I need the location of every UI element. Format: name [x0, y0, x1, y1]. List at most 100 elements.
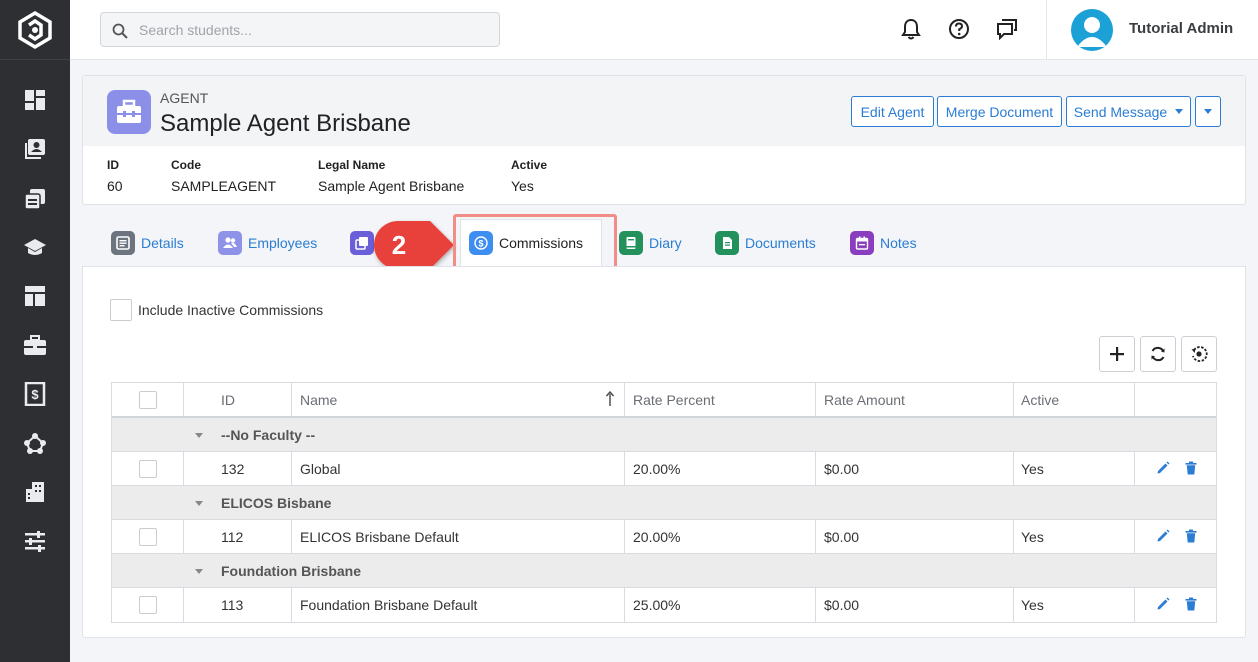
table-header: ID Name Rate Percent Rate Amount Active: [112, 383, 1216, 418]
cell-id: 112: [221, 528, 244, 545]
table-row[interactable]: 113 Foundation Brisbane Default 25.00% $…: [112, 588, 1216, 622]
group-row[interactable]: Foundation Brisbane: [112, 554, 1216, 588]
book-icon: [619, 231, 643, 255]
group-row[interactable]: ELICOS Bisbane: [112, 486, 1216, 520]
edit-icon[interactable]: [1155, 528, 1171, 544]
documents-icon[interactable]: [23, 187, 47, 211]
layout-icon[interactable]: [23, 284, 47, 308]
row-checkbox[interactable]: [139, 460, 157, 478]
contacts-icon[interactable]: [23, 137, 47, 161]
search-icon: [112, 23, 128, 39]
group-label: Foundation Brisbane: [221, 562, 361, 579]
document-icon: [111, 231, 135, 255]
delete-icon[interactable]: [1183, 528, 1199, 544]
edit-icon[interactable]: [1155, 460, 1171, 476]
cell-name: ELICOS Brisbane Default: [300, 528, 459, 545]
merge-document-button[interactable]: Merge Document: [937, 96, 1062, 127]
group-label: --No Faculty --: [221, 426, 316, 443]
avatar[interactable]: [1071, 9, 1113, 51]
tab-diary[interactable]: Diary: [619, 228, 682, 258]
tab-label: Diary: [649, 235, 682, 251]
more-actions-button[interactable]: [1195, 96, 1221, 127]
tab-documents[interactable]: Documents: [715, 228, 816, 258]
column-header-active[interactable]: Active: [1013, 383, 1059, 416]
building-icon[interactable]: [23, 480, 47, 504]
search-box[interactable]: [100, 12, 500, 47]
table-row[interactable]: 112 ELICOS Brisbane Default 20.00% $0.00…: [112, 520, 1216, 554]
column-header-rate-percent[interactable]: Rate Percent: [625, 383, 715, 416]
send-message-label: Send Message: [1073, 103, 1168, 120]
cell-rate-amount: $0.00: [824, 460, 860, 477]
edit-agent-button[interactable]: Edit Agent: [851, 96, 934, 127]
cell-active: Yes: [1021, 528, 1044, 545]
briefcase-icon: [107, 90, 151, 134]
row-checkbox[interactable]: [139, 596, 157, 614]
reset-icon: [1191, 346, 1208, 362]
user-name[interactable]: Tutorial Admin: [1129, 20, 1233, 37]
logo-icon[interactable]: [0, 0, 70, 60]
briefcase-icon[interactable]: [23, 333, 47, 357]
reset-view-button[interactable]: [1181, 336, 1217, 372]
table-row[interactable]: 132 Global 20.00% $0.00 Yes: [112, 452, 1216, 486]
entity-type-label: AGENT: [160, 90, 209, 106]
graduation-cap-icon[interactable]: [23, 235, 47, 259]
delete-icon[interactable]: [1183, 596, 1199, 612]
top-bar: Tutorial Admin: [70, 0, 1258, 60]
invoice-icon[interactable]: $: [23, 382, 47, 406]
cell-active: Yes: [1021, 460, 1044, 477]
column-header-rate-amount[interactable]: Rate Amount: [816, 383, 905, 416]
delete-icon[interactable]: [1183, 460, 1199, 476]
send-message-button[interactable]: Send Message: [1066, 96, 1191, 127]
sliders-icon[interactable]: [23, 529, 47, 553]
add-button[interactable]: [1099, 336, 1135, 372]
field-value-id: 60: [107, 178, 123, 194]
agent-header: AGENT Sample Agent Brisbane Edit Agent M…: [83, 76, 1245, 146]
cell-name: Foundation Brisbane Default: [300, 597, 478, 613]
select-all-checkbox[interactable]: [139, 391, 157, 409]
field-label-legal-name: Legal Name: [318, 158, 386, 172]
network-icon[interactable]: [23, 431, 47, 455]
cell-rate-amount: $0.00: [824, 597, 860, 613]
tab-employees[interactable]: Employees: [218, 228, 317, 258]
cell-active: Yes: [1021, 597, 1044, 613]
field-value-active: Yes: [511, 178, 534, 194]
cell-id: 132: [221, 460, 245, 477]
topbar-divider: [1046, 0, 1047, 60]
field-value-code: SAMPLEAGENT: [171, 178, 277, 194]
sort-ascending-icon[interactable]: [605, 390, 615, 410]
row-checkbox[interactable]: [139, 528, 157, 546]
field-value-legal-name: Sample Agent Brisbane: [318, 178, 465, 194]
sidebar: $: [0, 0, 70, 662]
chevron-down-icon[interactable]: [195, 501, 203, 506]
help-icon[interactable]: [947, 17, 971, 41]
agent-card: AGENT Sample Agent Brisbane Edit Agent M…: [82, 75, 1246, 205]
column-header-id[interactable]: ID: [213, 383, 235, 416]
chevron-down-icon[interactable]: [195, 569, 203, 574]
agent-name: Sample Agent Brisbane: [160, 110, 411, 137]
tab-notes[interactable]: Notes: [850, 228, 917, 258]
cell-rate-amount: $0.00: [824, 528, 860, 545]
edit-icon[interactable]: [1155, 596, 1171, 612]
messages-icon[interactable]: [995, 17, 1019, 41]
step-number: 2: [391, 230, 407, 260]
chevron-down-icon: [1204, 109, 1212, 114]
cell-rate-percent: 20.00%: [633, 460, 681, 477]
bell-icon[interactable]: [899, 17, 923, 41]
chevron-down-icon[interactable]: [195, 433, 203, 438]
refresh-button[interactable]: [1140, 336, 1176, 372]
group-row[interactable]: --No Faculty --: [112, 418, 1216, 452]
dashboard-icon[interactable]: [23, 88, 47, 112]
field-label-active: Active: [511, 158, 548, 172]
column-header-name[interactable]: Name: [292, 383, 337, 416]
group-label: ELICOS Bisbane: [221, 494, 332, 511]
cell-id: 113: [221, 597, 244, 613]
svg-text:$: $: [31, 387, 39, 402]
tab-details[interactable]: Details: [111, 228, 184, 258]
include-inactive-checkbox[interactable]: [110, 299, 132, 321]
cell-rate-percent: 20.00%: [633, 528, 681, 545]
search-input[interactable]: [139, 19, 489, 41]
tab-label: Notes: [880, 235, 917, 251]
field-label-code: Code: [171, 158, 201, 172]
file-icon: [715, 231, 739, 255]
cell-name: Global: [300, 460, 341, 477]
